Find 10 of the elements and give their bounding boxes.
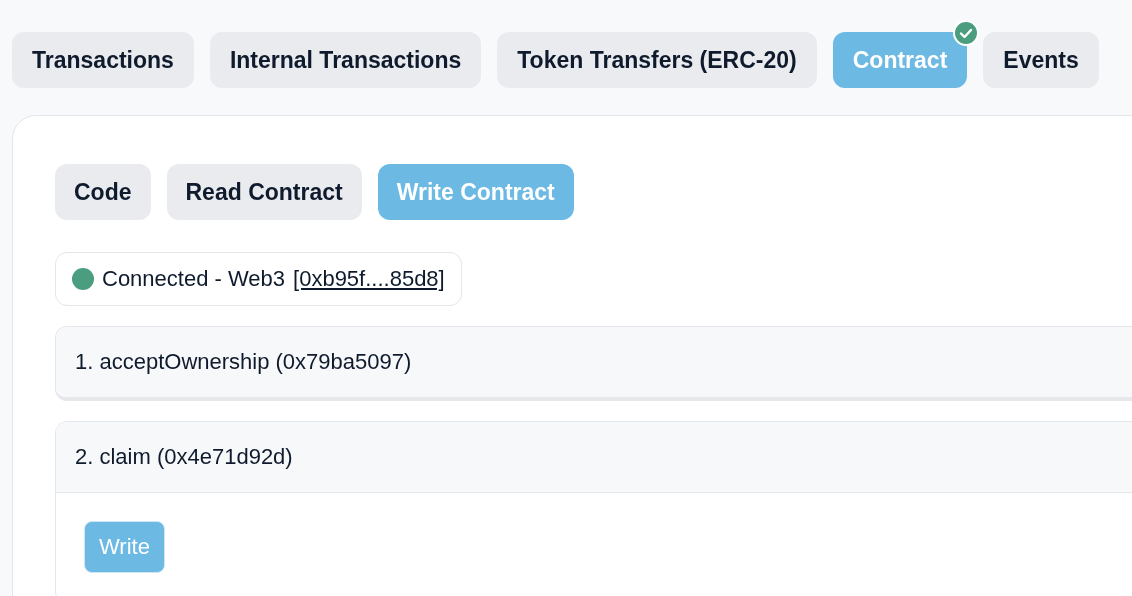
function-header[interactable]: 1. acceptOwnership (0x79ba5097) <box>56 327 1132 397</box>
tab[interactable]: Events <box>983 32 1099 88</box>
function-header[interactable]: 2. claim (0x4e71d92d) <box>56 422 1132 493</box>
sub-tab[interactable]: Read Contract <box>166 164 362 220</box>
connection-label: Connected - Web3 <box>102 266 286 292</box>
sub-tab[interactable]: Code <box>55 164 151 220</box>
tab[interactable]: Token Transfers (ERC-20) <box>497 32 817 88</box>
wallet-address-link[interactable]: [0xb95f....85d8] <box>293 266 445 292</box>
tab[interactable]: Internal Transactions <box>209 32 482 88</box>
tab[interactable]: Transactions <box>12 32 194 88</box>
